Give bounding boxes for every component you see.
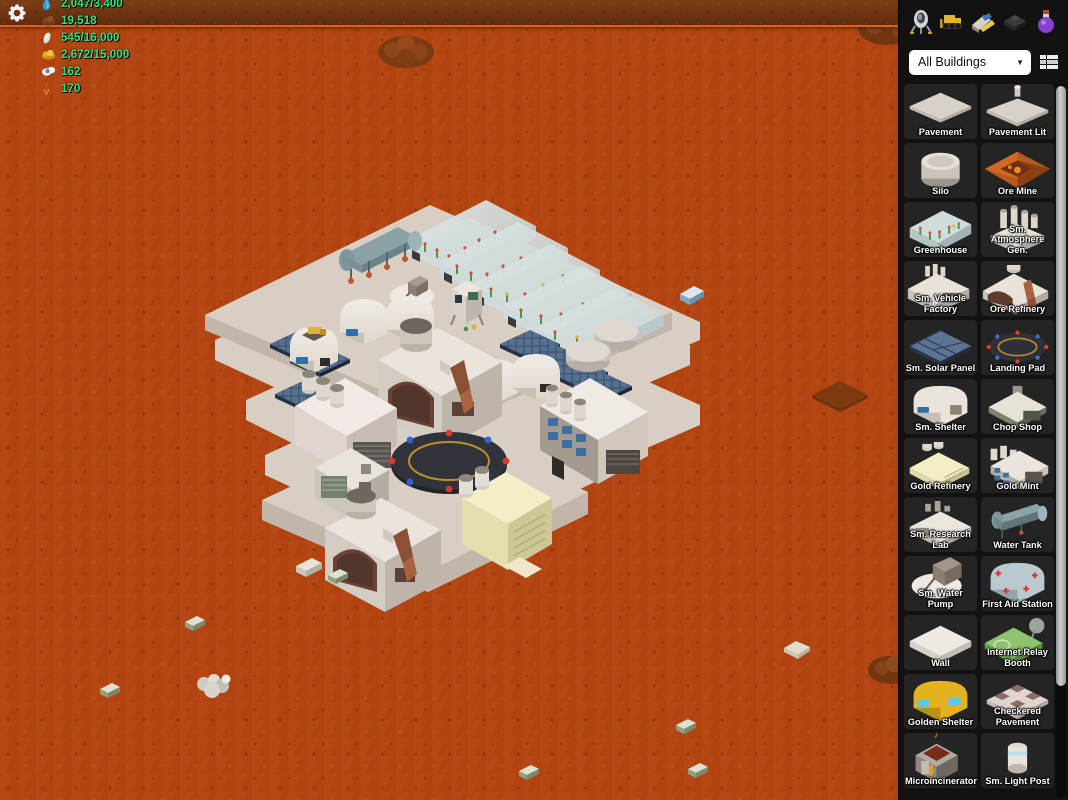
resource-hud-bar: 17/1751/67$2,444855/8502,047/3,40019,518…	[0, 0, 898, 95]
building-item-gold-mint[interactable]: Gold Mint	[981, 438, 1054, 493]
resource-water[interactable]: 2,047/3,400	[34, 0, 136, 13]
building-filter-value: All Buildings	[918, 55, 987, 69]
building-item-sm-atmosphere-gen[interactable]: Sm. Atmosphere Gen.	[981, 202, 1054, 257]
building-item-golden-shelter[interactable]: Golden Shelter	[904, 674, 977, 729]
ore_refinery-icon	[981, 261, 1054, 316]
building-item-sm-solar-panel[interactable]: Sm. Solar Panel	[904, 320, 977, 375]
tab-bulldozer[interactable]	[939, 8, 965, 36]
building-item-microincinerator[interactable]: Microincinerator	[904, 733, 977, 788]
building-item-ore-mine[interactable]: Ore Mine	[981, 143, 1054, 198]
resource-water-value: 2,047/3,400	[61, 0, 123, 10]
golden_shelter-icon	[904, 674, 977, 729]
build-panel-scrollbar-thumb[interactable]	[1056, 86, 1066, 686]
gear-icon[interactable]	[6, 2, 28, 24]
building-grid[interactable]: Pavement Pavement Lit Silo Ore Mine Greenhou…	[899, 80, 1068, 800]
atmosphere_gen-icon	[981, 202, 1054, 257]
wall-icon	[904, 615, 977, 670]
resource-metal[interactable]: 545/16,000	[34, 30, 136, 47]
grid-list-icon[interactable]	[1038, 51, 1060, 73]
greenhouse-icon	[904, 202, 977, 257]
game-screen: 17/1751/67$2,444855/8502,047/3,40019,518…	[0, 0, 1068, 800]
light_post-icon	[981, 733, 1054, 788]
build-panel: All Buildings ▼ Pavement Pavement Lit Silo…	[898, 0, 1068, 800]
game-map-viewport[interactable]	[0, 0, 898, 800]
resource-alert-value: 170	[61, 83, 81, 95]
resource-oxygen[interactable]: 162	[34, 64, 136, 81]
resource-list: 17/1751/67$2,444855/8502,047/3,40019,518…	[34, 0, 136, 98]
ore-icon	[41, 13, 56, 30]
metal-icon	[41, 30, 56, 47]
building-item-pavement[interactable]: Pavement	[904, 84, 977, 139]
building-item-pavement-lit[interactable]: Pavement Lit	[981, 84, 1054, 139]
research_lab-icon	[904, 497, 977, 552]
building-item-sm-vehicle-factory[interactable]: Sm. Vehicle Factory	[904, 261, 977, 316]
building-item-wall[interactable]: Wall	[904, 615, 977, 670]
tools-icon[interactable]	[970, 8, 996, 36]
resource-metal-value: 545/16,000	[61, 32, 120, 44]
gold_refinery-icon	[904, 438, 977, 493]
resource-ore-value: 19,518	[61, 15, 97, 27]
ore-tiles	[812, 381, 868, 412]
building-item-chop-shop[interactable]: Chop Shop	[981, 379, 1054, 434]
relay_booth-icon	[981, 615, 1054, 670]
building-item-water-tank[interactable]: Water Tank	[981, 497, 1054, 552]
microincinerator-icon	[904, 733, 977, 788]
pavement_lit-icon	[981, 84, 1054, 139]
pavement-icon	[904, 84, 977, 139]
building-item-silo[interactable]: Silo	[904, 143, 977, 198]
ore_mine-icon	[981, 143, 1054, 198]
resource-ore[interactable]: 19,518	[34, 13, 136, 30]
isometric-colony-scene	[100, 0, 898, 780]
building-item-internet-relay-booth[interactable]: Internet Relay Booth	[981, 615, 1054, 670]
resource-gold-value: 2,672/15,000	[61, 49, 130, 61]
resource-gold[interactable]: 2,672/15,000	[34, 47, 136, 64]
tab-lander[interactable]	[908, 8, 934, 36]
building-item-checkered-pavement[interactable]: Checkered Pavement	[981, 674, 1054, 729]
building-item-sm-water-pump[interactable]: Sm. Water Pump	[904, 556, 977, 611]
gold_mint-icon	[981, 438, 1054, 493]
building-item-gold-refinery[interactable]: Gold Refinery	[904, 438, 977, 493]
resource-alert[interactable]: 170	[34, 81, 136, 98]
oxygen-icon	[41, 64, 56, 81]
vehicle_factory-icon	[904, 261, 977, 316]
building-item-sm-light-post[interactable]: Sm. Light Post	[981, 733, 1054, 788]
water_pump-icon	[904, 556, 977, 611]
chevron-down-icon: ▼	[1016, 57, 1024, 67]
building-item-sm-research-lab[interactable]: Sm. Research Lab	[904, 497, 977, 552]
package-icon[interactable]	[1002, 8, 1028, 36]
landing_pad-icon	[981, 320, 1054, 375]
building-item-landing-pad[interactable]: Landing Pad	[981, 320, 1054, 375]
water_tank-icon	[981, 497, 1054, 552]
shelter-icon	[904, 379, 977, 434]
chop_shop-icon	[981, 379, 1054, 434]
building-item-greenhouse[interactable]: Greenhouse	[904, 202, 977, 257]
flask-icon[interactable]	[1033, 8, 1059, 36]
building-item-ore-refinery[interactable]: Ore Refinery	[981, 261, 1054, 316]
gold-icon	[41, 47, 56, 64]
resource-oxygen-value: 162	[61, 66, 81, 78]
checkered_pavement-icon	[981, 674, 1054, 729]
building-item-first-aid-station[interactable]: First Aid Station	[981, 556, 1054, 611]
solar_panel-icon	[904, 320, 977, 375]
building-item-sm-shelter[interactable]: Sm. Shelter	[904, 379, 977, 434]
building-filter-dropdown[interactable]: All Buildings ▼	[909, 49, 1031, 75]
silo-icon	[904, 143, 977, 198]
build-panel-tabs	[899, 0, 1068, 44]
build-panel-filter-bar: All Buildings ▼	[899, 44, 1068, 80]
first_aid-icon	[981, 556, 1054, 611]
alert-icon	[41, 81, 56, 98]
water-icon	[41, 0, 56, 13]
